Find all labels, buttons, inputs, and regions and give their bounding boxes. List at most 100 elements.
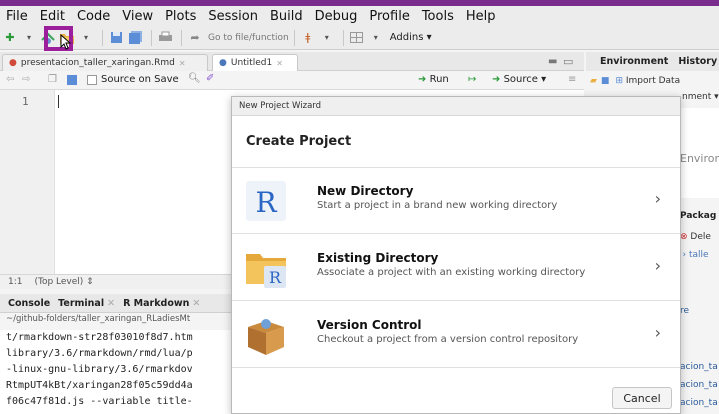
new-project-wizard-dialog: New Project Wizard Create Project R New … — [231, 96, 681, 414]
menu-help[interactable]: Help — [466, 9, 496, 24]
rmd-file-icon: ● — [9, 58, 17, 68]
working-directory-path[interactable]: ~/github-folders/taller_xaringan_RLadies… — [0, 314, 232, 329]
dropdown-caret-icon[interactable]: ▾ — [78, 29, 94, 47]
open-folder-icon[interactable]: ▰ — [590, 76, 597, 86]
run-button[interactable]: ➜ Run — [418, 74, 449, 85]
console-tab-bar: Console Terminal ✕ R Markdown ✕ — [0, 294, 232, 313]
tab-label: presentacion_taller_xaringan.Rmd — [20, 58, 175, 68]
import-dataset-button[interactable]: ⊞ Import Data — [615, 76, 680, 86]
close-icon[interactable]: ✕ — [276, 59, 283, 68]
file-row[interactable]: acion_ta — [680, 380, 718, 390]
option-new-directory[interactable]: R New Directory Start a project in a bra… — [232, 168, 680, 234]
delete-icon: ⊗ — [680, 232, 688, 242]
svg-text:R: R — [255, 186, 277, 219]
option-subtitle: Checkout a project from a version contro… — [317, 334, 579, 345]
option-existing-directory[interactable]: R Existing Directory Associate a project… — [232, 235, 680, 301]
version-control-icon[interactable]: ǂ — [300, 29, 316, 47]
maximize-pane-icon[interactable]: ▭ — [563, 55, 573, 68]
dropdown-caret-icon[interactable]: ▾ — [21, 29, 37, 47]
menu-session[interactable]: Session — [208, 9, 258, 24]
option-title: Existing Directory — [317, 251, 439, 265]
menu-view[interactable]: View — [122, 9, 153, 24]
cancel-button[interactable]: Cancel — [612, 387, 672, 409]
dialog-title: New Project Wizard — [232, 97, 680, 116]
rerun-button[interactable]: ↦ — [468, 74, 476, 85]
forward-arrow-icon[interactable]: ⇨ — [22, 74, 30, 85]
environment-toolbar: ▰ ■ ⊞ Import Data — [586, 71, 719, 90]
addins-menu[interactable]: Addins ▾ — [390, 32, 432, 43]
save-icon[interactable]: ■ — [601, 76, 610, 86]
new-file-icon[interactable]: ✚ — [2, 29, 18, 47]
line-gutter — [0, 90, 55, 280]
close-icon[interactable]: ✕ — [107, 298, 115, 309]
tab-history[interactable]: History — [678, 56, 717, 67]
source-button[interactable]: ➜ Source ▾ — [492, 74, 546, 85]
back-arrow-icon[interactable]: ⇦ — [6, 74, 14, 85]
scope-selector[interactable]: (Top Level) ⇕ — [34, 277, 93, 287]
menu-plots[interactable]: Plots — [165, 9, 196, 24]
menu-debug[interactable]: Debug — [315, 9, 358, 24]
magic-wand-icon[interactable]: ✐ — [206, 73, 214, 84]
r-file-icon: ● — [219, 58, 227, 68]
main-toolbar: ✚ ▾ ▾ ➦ Go to file/function ǂ ▾ ▾ Addins… — [0, 26, 719, 50]
folder-r-icon: R — [244, 246, 288, 290]
run-arrow-icon: ➜ — [418, 74, 427, 85]
toolbar-divider — [293, 29, 295, 46]
source-on-save-checkbox[interactable] — [87, 75, 97, 85]
menu-edit[interactable]: Edit — [40, 9, 65, 24]
option-subtitle: Start a project in a brand new working d… — [317, 200, 558, 211]
minimize-pane-icon[interactable]: ▬ — [548, 56, 557, 67]
console-output[interactable]: t/rmarkdown-str28f03010f8d7.htm library/3… — [0, 330, 232, 414]
tab-packages[interactable]: Packag — [680, 211, 716, 221]
go-to-file-input[interactable]: Go to file/function — [208, 33, 289, 43]
tab-terminal[interactable]: Terminal ✕ — [58, 298, 115, 309]
tab-untitled1[interactable]: ● Untitled1 ✕ — [212, 54, 298, 71]
menu-file[interactable]: File — [6, 9, 28, 24]
outline-icon[interactable]: ≡ — [568, 74, 576, 85]
dialog-heading: Create Project — [246, 134, 352, 149]
delete-button[interactable]: ⊗ Dele — [680, 232, 711, 242]
save-icon[interactable] — [67, 75, 77, 85]
close-icon[interactable]: ✕ — [179, 59, 186, 68]
print-icon[interactable] — [157, 29, 173, 47]
dropdown-caret-icon[interactable]: ▾ — [368, 29, 384, 47]
toolbar-divider — [181, 29, 182, 46]
go-to-arrow-icon: ➦ — [190, 31, 200, 44]
tab-console[interactable]: Console — [8, 298, 50, 309]
grid-layout-icon[interactable] — [349, 29, 365, 47]
option-subtitle: Associate a project with an existing wor… — [317, 267, 586, 278]
menu-build[interactable]: Build — [270, 9, 303, 24]
environment-tab-bar: Environment History — [586, 52, 719, 71]
save-all-icon[interactable] — [127, 29, 143, 47]
close-icon[interactable]: ✕ — [192, 298, 200, 309]
chevron-right-icon: › — [654, 189, 661, 208]
file-link[interactable]: re — [680, 306, 689, 316]
tab-r-markdown[interactable]: R Markdown ✕ — [123, 298, 200, 309]
tab-label: Untitled1 — [230, 58, 273, 68]
svg-text:R: R — [269, 268, 282, 287]
tab-environment[interactable]: Environment — [600, 56, 668, 67]
dropdown-caret-icon[interactable]: ▾ — [319, 29, 335, 47]
line-number: 1 — [22, 95, 29, 108]
console-line: library/3.6/rmarkdown/rmd/lua/p — [6, 348, 193, 359]
box-icon — [244, 313, 288, 357]
cursor-position: 1:1 — [8, 277, 23, 287]
console-line: -linux-gnu-library/3.6/rmarkdov — [6, 364, 193, 375]
save-icon[interactable] — [108, 29, 124, 47]
file-row[interactable]: acion_ta — [680, 362, 718, 372]
menu-tools[interactable]: Tools — [422, 9, 454, 24]
menu-profile[interactable]: Profile — [369, 9, 409, 24]
editor-tab-bar: ● presentacion_taller_xaringan.Rmd ✕ ● U… — [0, 52, 584, 71]
menu-code[interactable]: Code — [77, 9, 110, 24]
console-line: t/rmarkdown-str28f03010f8d7.htm — [6, 332, 193, 343]
option-title: Version Control — [317, 318, 422, 332]
console-line: f06c47f81d.js --variable title- — [6, 396, 193, 407]
r-logo-icon: R — [244, 179, 288, 223]
toolbar-divider — [151, 29, 152, 46]
tab-presentacion-rmd[interactable]: ● presentacion_taller_xaringan.Rmd ✕ — [2, 54, 208, 71]
search-icon[interactable]: 🔍︎ — [188, 73, 201, 84]
option-version-control[interactable]: Version Control Checkout a project from … — [232, 302, 680, 368]
file-row[interactable]: acion_ta — [680, 398, 718, 408]
mouse-cursor-icon — [60, 33, 72, 54]
show-in-window-icon[interactable]: ❐ — [48, 74, 57, 85]
